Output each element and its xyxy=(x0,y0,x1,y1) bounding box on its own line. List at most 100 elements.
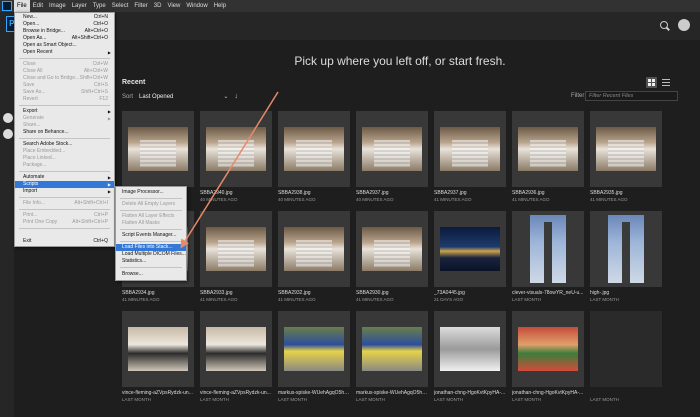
menu-item-exit[interactable]: Exit Ctrl+Q xyxy=(15,238,114,245)
submenu-arrow-icon: ▶ xyxy=(107,50,111,55)
file-thumbnail[interactable] xyxy=(590,111,662,187)
file-thumbnail[interactable] xyxy=(434,111,506,187)
recent-file-card[interactable]: SBBA2936.jpg 41 MINUTES AGO xyxy=(512,111,584,203)
menu-item-generate: Generate ▶ xyxy=(15,115,114,122)
menu-separator xyxy=(19,105,110,106)
menu-3d[interactable]: 3D xyxy=(151,0,165,12)
menu-edit[interactable]: Edit xyxy=(30,0,46,12)
menu-item-new[interactable]: New... Ctrl+N xyxy=(15,14,114,21)
submenu-item-statistics[interactable]: Statistics... xyxy=(116,258,186,265)
file-name: SBBA2937.jpg xyxy=(356,190,389,196)
file-date: LAST MONTH xyxy=(122,397,151,402)
menu-separator xyxy=(19,58,110,59)
open-icon[interactable] xyxy=(3,129,13,139)
file-thumbnail[interactable] xyxy=(356,211,428,287)
file-thumbnail[interactable] xyxy=(590,211,662,287)
menu-item-label: Search Adobe Stock... xyxy=(23,141,73,147)
search-icon[interactable] xyxy=(660,21,668,29)
menu-type[interactable]: Type xyxy=(90,0,109,12)
file-thumbnail[interactable] xyxy=(590,311,662,387)
create-new-icon[interactable] xyxy=(3,113,13,123)
file-thumbnail[interactable] xyxy=(434,311,506,387)
file-thumbnail[interactable] xyxy=(278,211,350,287)
file-name: SBBA2934.jpg xyxy=(122,290,155,296)
file-thumbnail[interactable] xyxy=(122,311,194,387)
recent-file-card[interactable]: SBBA2935.jpg 41 MINUTES AGO xyxy=(590,111,662,203)
creative-cloud-icon[interactable] xyxy=(678,19,690,31)
recent-file-card[interactable]: jonathan-chng-HgoKvtKpyHA-... LAST MONTH xyxy=(434,311,506,403)
recent-file-card[interactable]: clever-visuals-78owYR_neU-u... LAST MONTH xyxy=(512,211,584,303)
recent-file-card[interactable]: _73A0445.jpg 21 DAYS AGO xyxy=(434,211,506,303)
submenu-item-browse[interactable]: Browse... xyxy=(116,271,186,278)
menu-item-search-adobe-stock[interactable]: Search Adobe Stock... xyxy=(15,141,114,148)
sort-direction-icon[interactable]: ↓ xyxy=(234,93,238,100)
menu-item-import[interactable]: Import ▶ xyxy=(15,188,114,195)
recent-file-card[interactable]: SBBA2937.jpg 40 MINUTES AGO xyxy=(356,111,428,203)
submenu-item-load-multiple-dicom-files[interactable]: Load Multiple DICOM Files... xyxy=(116,251,186,258)
recent-file-card[interactable]: SBBA2930.jpg 41 MINUTES AGO xyxy=(356,211,428,303)
menu-item-scripts[interactable]: Scripts ▶ xyxy=(15,181,114,188)
recent-file-card[interactable]: SBBA2937.jpg 41 MINUTES AGO xyxy=(434,111,506,203)
menu-view[interactable]: View xyxy=(164,0,183,12)
recent-file-card[interactable]: SBBA2933.jpg 41 MINUTES AGO xyxy=(200,211,272,303)
file-thumbnail[interactable] xyxy=(512,311,584,387)
file-thumbnail[interactable] xyxy=(356,311,428,387)
recent-file-card[interactable]: LAST MONTH xyxy=(590,311,662,403)
recent-file-card[interactable]: SBBA2932.jpg 41 MINUTES AGO xyxy=(278,211,350,303)
file-thumbnail[interactable] xyxy=(122,111,194,187)
recent-file-card[interactable]: vince-fleming-aZVpsRydzk-un... LAST MONTH xyxy=(200,311,272,403)
file-thumbnail[interactable] xyxy=(200,211,272,287)
menu-item-label: Close All xyxy=(23,68,43,74)
list-view-icon[interactable] xyxy=(662,79,670,86)
menu-layer[interactable]: Layer xyxy=(69,0,90,12)
file-thumbnail[interactable] xyxy=(200,311,272,387)
file-thumbnail[interactable] xyxy=(278,111,350,187)
menu-filter[interactable]: Filter xyxy=(131,0,150,12)
submenu-item-script-events-manager[interactable]: Script Events Manager... xyxy=(116,232,186,239)
file-thumbnail[interactable] xyxy=(278,311,350,387)
menu-item-automate[interactable]: Automate ▶ xyxy=(15,174,114,181)
file-thumbnail[interactable] xyxy=(356,111,428,187)
recent-file-card[interactable]: high-.jpg LAST MONTH xyxy=(590,211,662,303)
file-thumbnail[interactable] xyxy=(512,111,584,187)
file-thumbnail[interactable] xyxy=(434,211,506,287)
sort-dropdown[interactable]: Last Opened xyxy=(139,94,173,100)
menu-item-open[interactable]: Open... Ctrl+O xyxy=(15,21,114,28)
chevron-down-icon[interactable]: ⌄ xyxy=(223,93,228,100)
grid-view-icon[interactable] xyxy=(646,77,657,88)
filter-input[interactable]: Filter Recent Files xyxy=(585,91,678,101)
recent-file-card[interactable]: SBBA2938.jpg 40 MINUTES AGO xyxy=(278,111,350,203)
menu-item-open-recent[interactable]: Open Recent ▶ xyxy=(15,49,114,56)
menu-item-browse-in-bridge[interactable]: Browse in Bridge... Alt+Ctrl+O xyxy=(15,28,114,35)
file-thumbnail[interactable] xyxy=(200,111,272,187)
menu-item-share-on-behance[interactable]: Share on Behance... xyxy=(15,129,114,136)
recent-file-card[interactable]: jonathan-chng-HgoKvtKpyHA-... LAST MONTH xyxy=(512,311,584,403)
menu-item-label: Share on Behance... xyxy=(23,129,69,135)
menu-item-label: Close xyxy=(23,61,36,67)
menu-item-label: Exit xyxy=(23,238,32,244)
file-date: LAST MONTH xyxy=(434,397,463,402)
thumbnail-image xyxy=(596,127,656,171)
submenu-item-delete-all-empty-layers: Delete All Empty Layers xyxy=(122,201,176,207)
menu-item-label: New... xyxy=(23,14,37,20)
submenu-arrow-icon: ▶ xyxy=(107,116,111,121)
menu-item-open-as-smart-object[interactable]: Open as Smart Object... xyxy=(15,42,114,49)
submenu-item-load-files-into-stack[interactable]: Load Files into Stack... xyxy=(116,244,186,251)
thumbnail-image xyxy=(518,327,578,371)
menu-separator xyxy=(19,171,110,172)
menu-file[interactable]: File xyxy=(14,0,30,12)
menu-item-export[interactable]: Export ▶ xyxy=(15,108,114,115)
menu-image[interactable]: Image xyxy=(46,0,69,12)
recent-file-card[interactable]: markus-spiske-WUehAgqO5hE... LAST MONTH xyxy=(356,311,428,403)
recent-file-card[interactable]: markus-spiske-WUehAgqO5hE... LAST MONTH xyxy=(278,311,350,403)
file-thumbnail[interactable] xyxy=(512,211,584,287)
submenu-item-image-processor[interactable]: Image Processor... xyxy=(116,189,186,196)
menu-help[interactable]: Help xyxy=(211,0,229,12)
menu-window[interactable]: Window xyxy=(183,0,210,12)
file-name: SBBA2937.jpg xyxy=(434,190,467,196)
recent-file-card[interactable]: SBBA2940.jpg 40 MINUTES AGO xyxy=(200,111,272,203)
menu-item-label: Print... xyxy=(23,212,38,218)
menu-select[interactable]: Select xyxy=(109,0,132,12)
menu-item-open-as[interactable]: Open As... Alt+Shift+Ctrl+O xyxy=(15,35,114,42)
recent-file-card[interactable]: vince-fleming-aZVpsRydzk-un... LAST MONTH xyxy=(122,311,194,403)
